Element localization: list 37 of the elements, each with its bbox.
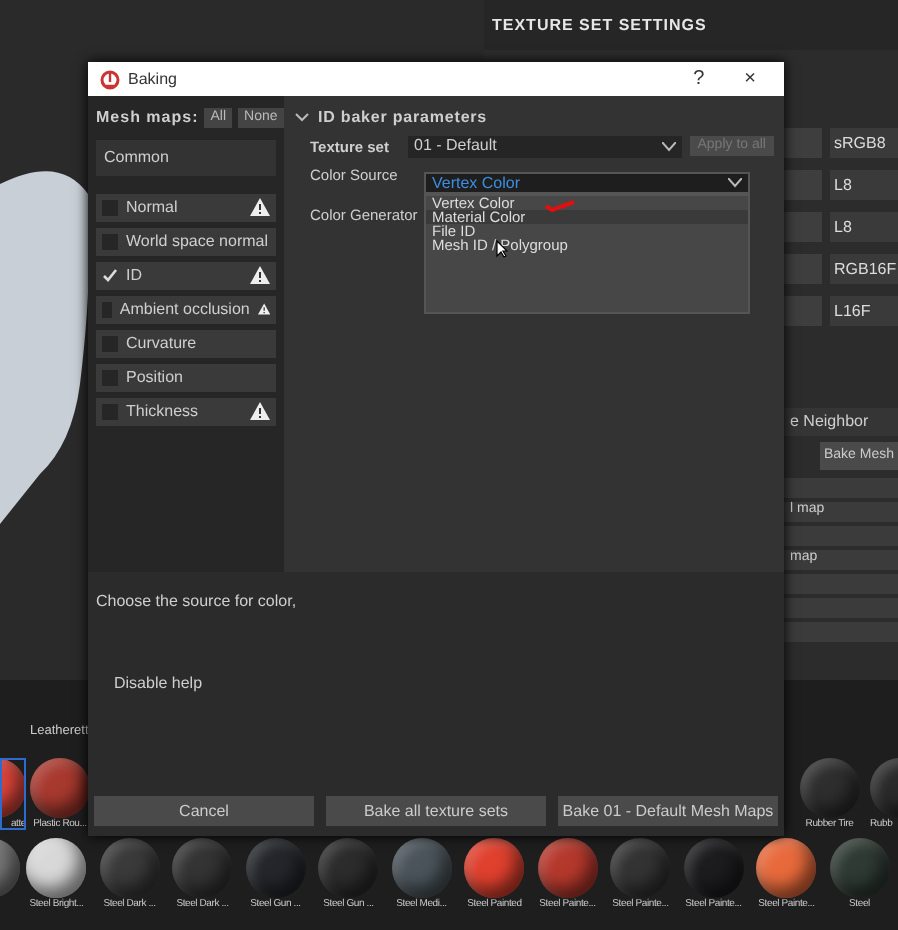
caret-icon[interactable]	[294, 110, 310, 125]
format-field[interactable]: L8	[830, 212, 898, 242]
map-row[interactable]	[784, 597, 898, 618]
color-source-dropdown[interactable]: Vertex Color	[424, 172, 750, 194]
dialog-button[interactable]: Bake 01 - Default Mesh Maps	[558, 796, 778, 826]
format-field[interactable]: sRGB8	[830, 128, 898, 158]
map-row[interactable]	[784, 525, 898, 546]
help-text: Choose the source for color,	[96, 592, 297, 610]
check-mark-icon	[544, 200, 576, 212]
mesh-map-item[interactable]: ID	[96, 261, 276, 290]
map-row[interactable]	[784, 573, 898, 594]
mesh-map-item[interactable]: World space normal	[96, 227, 276, 256]
window-title: Baking	[128, 69, 177, 89]
group-header[interactable]: Common	[96, 140, 276, 176]
mesh-map-item[interactable]: Curvature	[96, 329, 276, 358]
chevron-down-icon[interactable]	[728, 178, 742, 188]
help-button[interactable]: ?	[677, 69, 721, 89]
chevron-down-icon[interactable]	[661, 141, 676, 152]
map-row[interactable]	[784, 621, 898, 642]
format-field[interactable]: L16F	[830, 296, 898, 326]
map-row[interactable]	[784, 477, 898, 498]
disable-help-link[interactable]: Disable help	[114, 674, 203, 694]
mesh-map-item[interactable]: Thickness	[96, 397, 276, 426]
dialog-button[interactable]: Bake all texture sets	[326, 796, 546, 826]
mesh-maps-label: Mesh maps:	[96, 108, 199, 128]
mesh-map-item[interactable]: Ambient occlusion	[96, 295, 276, 324]
close-button[interactable]: ×	[728, 69, 772, 89]
mesh-map-item[interactable]: Normal	[96, 193, 276, 222]
check-icon[interactable]	[102, 267, 118, 284]
panel-title: TEXTURE SET SETTINGS	[484, 0, 898, 50]
dialog-button[interactable]: Cancel	[94, 796, 314, 826]
format-field[interactable]: RGB16F	[830, 254, 898, 284]
format-field[interactable]: L8	[830, 170, 898, 200]
texture-set-dropdown[interactable]: 01 - Default	[408, 135, 682, 158]
app-logo-icon	[100, 69, 120, 89]
mesh-map-item[interactable]: Position	[96, 363, 276, 392]
section-title: ID baker parameters	[318, 108, 488, 128]
